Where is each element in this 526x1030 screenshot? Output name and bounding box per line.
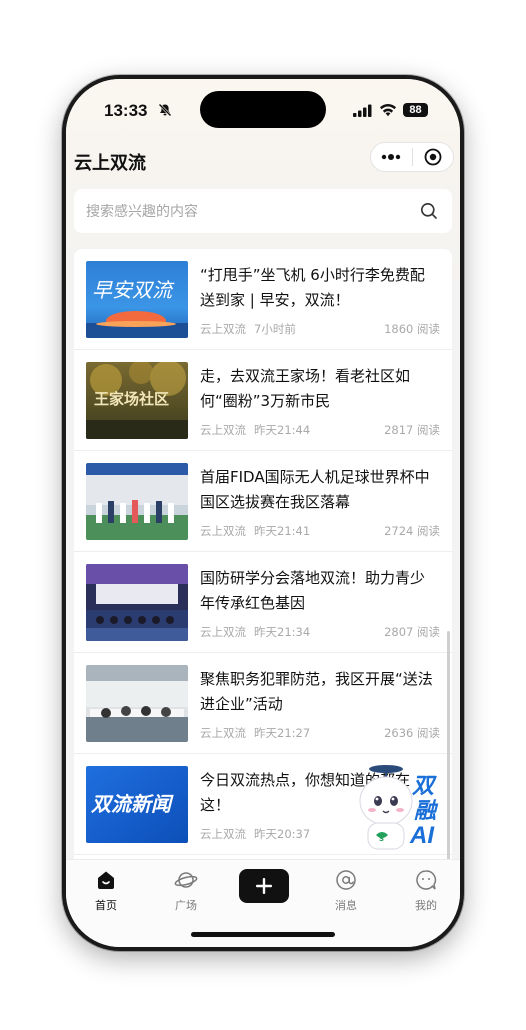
list-item[interactable]: 聚焦职务犯罪防范，我区开展“送法进企业”活动 云上双流 昨天21:27 2636… [74,653,452,754]
tab-label: 广场 [175,899,197,912]
miniapp-capsule [370,142,454,172]
search-icon[interactable] [420,202,438,220]
article-time: 7小时前 [254,322,296,336]
tab-home[interactable]: 首页 [76,866,136,913]
article-thumbnail [86,665,188,742]
article-meta: 云上双流 昨天21:44 2817 阅读 [200,422,440,438]
article-meta: 云上双流 7小时前 1860 阅读 [200,321,440,337]
article-thumbnail [86,564,188,641]
article-meta: 云上双流 昨天21:41 2724 阅读 [200,523,440,539]
article-views: 2817 阅读 [384,423,440,437]
article-source: 云上双流 [200,827,246,841]
article-time: 昨天20:37 [254,827,311,841]
article-views: 2807 阅读 [384,625,440,639]
smile-chat-icon [416,870,437,890]
article-title: 聚焦职务犯罪防范，我区开展“送法进企业”活动 [200,670,433,713]
article-source: 云上双流 [200,322,246,336]
status-indicators: 88 [353,101,428,119]
phone-frame: 13:33 88 云上双流 搜索感兴趣的内容 早安双流 “打甩手”坐飞机 6小时… [62,75,464,951]
dynamic-island [200,91,326,128]
article-thumbnail: 双流新闻 [86,766,188,843]
article-meta: 云上双流 昨天21:34 2807 阅读 [200,624,440,640]
list-item[interactable]: 国防研学分会落地双流！助力青少年传承红色基因 云上双流 昨天21:34 2807… [74,552,452,653]
article-thumbnail: 早安双流 [86,261,188,338]
search-bar[interactable]: 搜索感兴趣的内容 [74,189,452,233]
tab-label: 我的 [415,899,437,912]
article-time: 昨天21:44 [254,423,311,437]
tab-square[interactable]: 广场 [156,866,216,913]
article-thumbnail: 王家场社区 [86,362,188,439]
article-views: 1860 阅读 [384,322,440,336]
list-item[interactable]: 王家场社区 走，去双流王家场！看老社区如何“圈粉”3万新市民 云上双流 昨天21… [74,350,452,451]
at-message-icon [336,870,356,890]
article-title: 国防研学分会落地双流！助力青少年传承红色基因 [200,569,426,612]
tab-label: 首页 [95,899,117,912]
article-time: 昨天21:34 [254,625,311,639]
thumb-text: 王家场社区 [94,390,169,408]
svg-text:S: S [379,835,384,843]
article-time: 昨天21:27 [254,726,311,740]
plus-icon [256,878,272,894]
article-source: 云上双流 [200,423,246,437]
ai-assistant-button[interactable]: S 双 融 AI [350,759,450,859]
article-meta: 云上双流 昨天21:27 2636 阅读 [200,725,440,741]
battery-indicator: 88 [403,103,428,117]
target-close-icon [424,148,442,166]
article-views: 2636 阅读 [384,726,440,740]
create-post-button[interactable] [239,869,289,903]
ai-badge-text: AI [409,822,435,849]
more-button[interactable] [371,143,412,171]
close-miniapp-button[interactable] [413,143,454,171]
search-input[interactable]: 搜索感兴趣的内容 [86,201,198,221]
article-time: 昨天21:41 [254,524,311,538]
thumb-text: 早安双流 [92,278,175,302]
article-source: 云上双流 [200,524,246,538]
article-views: 2724 阅读 [384,524,440,538]
screen: 13:33 88 云上双流 搜索感兴趣的内容 早安双流 “打甩手”坐飞机 6小时… [66,79,460,947]
list-item[interactable]: 早安双流 “打甩手”坐飞机 6小时行李免费配送到家 | 早安，双流！ 云上双流 … [74,249,452,350]
home-indicator[interactable] [191,932,335,937]
article-title: 走，去双流王家场！看老社区如何“圈粉”3万新市民 [200,367,411,410]
more-dots-icon [382,154,401,160]
status-time: 13:33 [104,101,148,120]
list-item[interactable]: 首届FIDA国际无人机足球世界杯中国区选拔赛在我区落幕 云上双流 昨天21:41… [74,451,452,552]
tab-label: 消息 [335,899,357,912]
article-title: 首届FIDA国际无人机足球世界杯中国区选拔赛在我区落幕 [200,468,430,511]
wifi-icon [380,103,396,117]
ai-badge-text: 融 [414,799,439,824]
ai-mascot-icon: S 双 融 AI [359,765,439,850]
bell-off-icon [158,103,172,117]
tab-messages[interactable]: 消息 [316,866,376,913]
article-source: 云上双流 [200,625,246,639]
thumb-text: 双流新闻 [90,792,174,816]
article-thumbnail [86,463,188,540]
signal-icon [353,104,372,117]
home-icon [98,871,114,889]
ai-badge-text: 双 [411,774,437,799]
article-title: “打甩手”坐飞机 6小时行李免费配送到家 | 早安，双流！ [200,266,425,309]
planet-icon [174,872,198,888]
tab-mine[interactable]: 我的 [396,866,456,913]
bottom-tab-bar: 首页 广场 消息 我的 [66,859,460,947]
app-title: 云上双流 [74,153,146,173]
article-source: 云上双流 [200,726,246,740]
